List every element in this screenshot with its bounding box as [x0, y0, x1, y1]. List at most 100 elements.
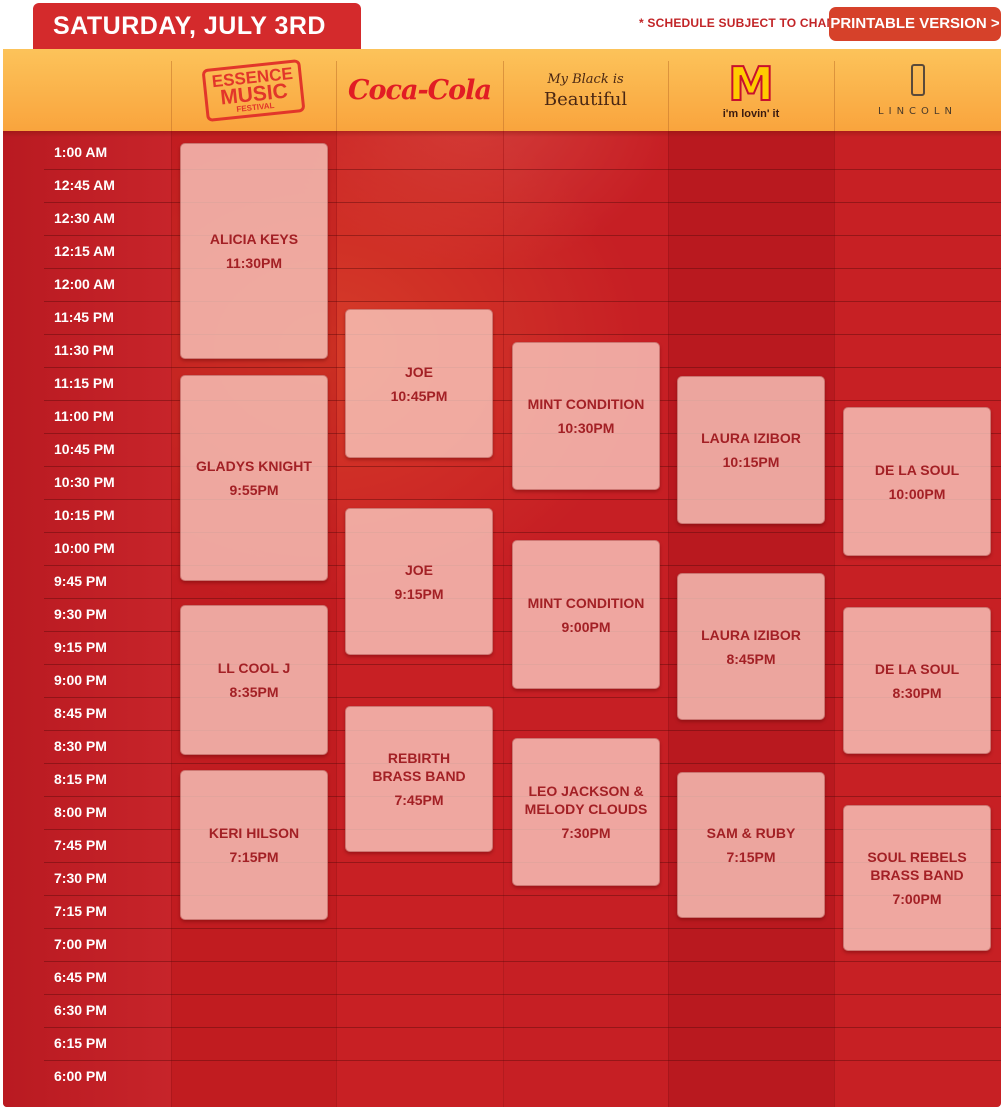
event-block[interactable]: DE LA SOUL 8:30PM	[843, 607, 991, 754]
event-time: 11:30PM	[225, 255, 283, 271]
event-artist: KERI HILSON	[208, 825, 300, 841]
event-artist: ALICIA KEYS	[209, 231, 299, 247]
event-block[interactable]: SAM & RUBY 7:15PM	[677, 772, 825, 918]
time-label: 9:15 PM	[54, 639, 107, 655]
event-block[interactable]: JOE 10:45PM	[345, 309, 493, 458]
event-block[interactable]: LL COOL J 8:35PM	[180, 605, 328, 755]
mbib-wordmark: My Black is Beautiful	[544, 70, 627, 110]
time-label: 6:15 PM	[54, 1035, 107, 1051]
time-label: 6:45 PM	[54, 969, 107, 985]
lincoln-star-icon	[910, 63, 925, 96]
event-artist: LAURA IZIBOR	[701, 430, 801, 446]
event-block[interactable]: MINT CONDITION 10:30PM	[512, 342, 660, 490]
time-label: 11:45 PM	[54, 309, 114, 325]
row-divider	[44, 961, 1001, 962]
event-time: 7:15PM	[726, 849, 776, 865]
event-block[interactable]: SOUL REBELS BRASS BAND 7:00PM	[843, 805, 991, 951]
time-label: 11:00 PM	[54, 408, 114, 424]
event-time: 7:30PM	[561, 825, 611, 841]
time-label: 10:00 PM	[54, 540, 115, 556]
event-time: 7:15PM	[229, 849, 279, 865]
event-time: 10:00PM	[888, 485, 946, 502]
mbib-line: Beautiful	[543, 89, 628, 110]
essence-music-festival-logo[interactable]: ESSENCE MUSIC FESTIVAL	[171, 49, 336, 131]
time-label: 9:45 PM	[54, 573, 107, 589]
lincoln-text: LINCOLN	[878, 105, 957, 117]
coca-cola-wordmark: Coca-Cola	[348, 74, 492, 106]
event-artist: REBIRTH	[387, 750, 451, 766]
time-label: 8:45 PM	[54, 705, 107, 721]
event-artist: MINT CONDITION	[527, 594, 645, 611]
event-time: 10:15PM	[722, 454, 780, 470]
event-block[interactable]: MINT CONDITION 9:00PM	[512, 540, 660, 689]
essence-logo-mark: ESSENCE MUSIC FESTIVAL	[201, 58, 306, 122]
event-artist: MINT CONDITION	[527, 396, 645, 412]
mcdonalds-slogan: i'm lovin' it	[722, 107, 780, 120]
event-block[interactable]: GLADYS KNIGHT 9:55PM	[180, 375, 328, 581]
time-label: 10:45 PM	[54, 441, 115, 457]
schedule-board: 1:00 AM 12:45 AM 12:30 AM 12:15 AM 12:00 AM 1…	[3, 49, 1001, 1107]
my-black-is-beautiful-logo[interactable]: My Black is Beautiful	[503, 49, 668, 131]
coca-cola-logo[interactable]: Coca-Cola	[336, 49, 503, 131]
time-label: 6:30 PM	[54, 1002, 107, 1018]
sponsor-header-row: ESSENCE MUSIC FESTIVAL Coca-Cola My Black is…	[3, 49, 1001, 137]
time-label: 8:30 PM	[54, 738, 107, 754]
time-label: 7:00 PM	[54, 936, 107, 952]
time-label: 10:30 PM	[54, 474, 115, 490]
golden-arches-icon: M	[727, 56, 775, 111]
row-divider	[44, 1060, 1001, 1061]
event-artist: LAURA IZIBOR	[701, 626, 801, 643]
event-time: 8:45PM	[726, 650, 776, 667]
event-time: 9:55PM	[229, 482, 279, 498]
time-label: 8:00 PM	[54, 804, 107, 820]
time-label: 7:30 PM	[54, 870, 107, 886]
event-artist: JOE	[404, 363, 433, 380]
time-label: 1:00 AM	[54, 144, 108, 160]
event-block[interactable]: LAURA IZIBOR 8:45PM	[677, 573, 825, 720]
time-label: 12:30 AM	[54, 210, 115, 226]
event-block[interactable]: LAURA IZIBOR 10:15PM	[677, 376, 825, 524]
event-artist: MELODY CLOUDS	[524, 801, 648, 817]
time-label: 12:00 AM	[54, 276, 115, 292]
event-block[interactable]: LEO JACKSON & MELODY CLOUDS 7:30PM	[512, 738, 660, 886]
event-artist: BRASS BAND	[372, 768, 466, 784]
event-artist: SOUL REBELS	[867, 849, 967, 865]
event-block[interactable]: DE LA SOUL 10:00PM	[843, 407, 991, 556]
event-block[interactable]: KERI HILSON 7:15PM	[180, 770, 328, 920]
event-time: 9:00PM	[561, 618, 611, 635]
event-time: 7:45PM	[394, 792, 444, 808]
time-label: 11:30 PM	[54, 342, 114, 358]
event-time: 9:15PM	[394, 585, 444, 602]
time-label: 8:15 PM	[54, 771, 107, 787]
event-artist: GLADYS KNIGHT	[196, 458, 312, 474]
event-artist: BRASS BAND	[870, 867, 964, 883]
page-title: SATURDAY, JULY 3RD	[33, 3, 361, 49]
event-artist: SAM & RUBY	[706, 825, 796, 841]
event-time: 8:30PM	[892, 684, 942, 701]
time-label: 9:00 PM	[54, 672, 107, 688]
event-artist: DE LA SOUL	[874, 660, 960, 677]
mcdonalds-logo[interactable]: Mi'm lovin' it	[668, 49, 834, 131]
row-divider	[44, 994, 1001, 995]
event-block[interactable]: REBIRTH BRASS BAND 7:45PM	[345, 706, 493, 852]
event-block[interactable]: ALICIA KEYS 11:30PM	[180, 143, 328, 359]
event-artist: JOE	[404, 561, 433, 578]
event-time: 8:35PM	[229, 684, 279, 700]
event-artist: LEO JACKSON &	[528, 783, 644, 799]
mbib-line: My Black is	[547, 72, 624, 87]
event-artist: LL COOL J	[217, 660, 291, 676]
lincoln-logo[interactable]: LINCOLN	[834, 49, 1001, 131]
time-label: 12:45 AM	[54, 177, 115, 193]
lincoln-wordmark: LINCOLN	[878, 63, 957, 117]
time-label: 7:15 PM	[54, 903, 107, 919]
mcdonalds-wordmark: Mi'm lovin' it	[722, 56, 780, 120]
time-label: 10:15 PM	[54, 507, 115, 523]
time-label: 12:15 AM	[54, 243, 115, 259]
printable-version-button[interactable]: PRINTABLE VERSION >	[829, 7, 1001, 41]
event-time: 10:45PM	[390, 387, 448, 404]
event-block[interactable]: JOE 9:15PM	[345, 508, 493, 655]
time-label: 9:30 PM	[54, 606, 107, 622]
event-time: 10:30PM	[557, 420, 615, 436]
time-label: 6:00 PM	[54, 1068, 107, 1084]
time-label: 7:45 PM	[54, 837, 107, 853]
